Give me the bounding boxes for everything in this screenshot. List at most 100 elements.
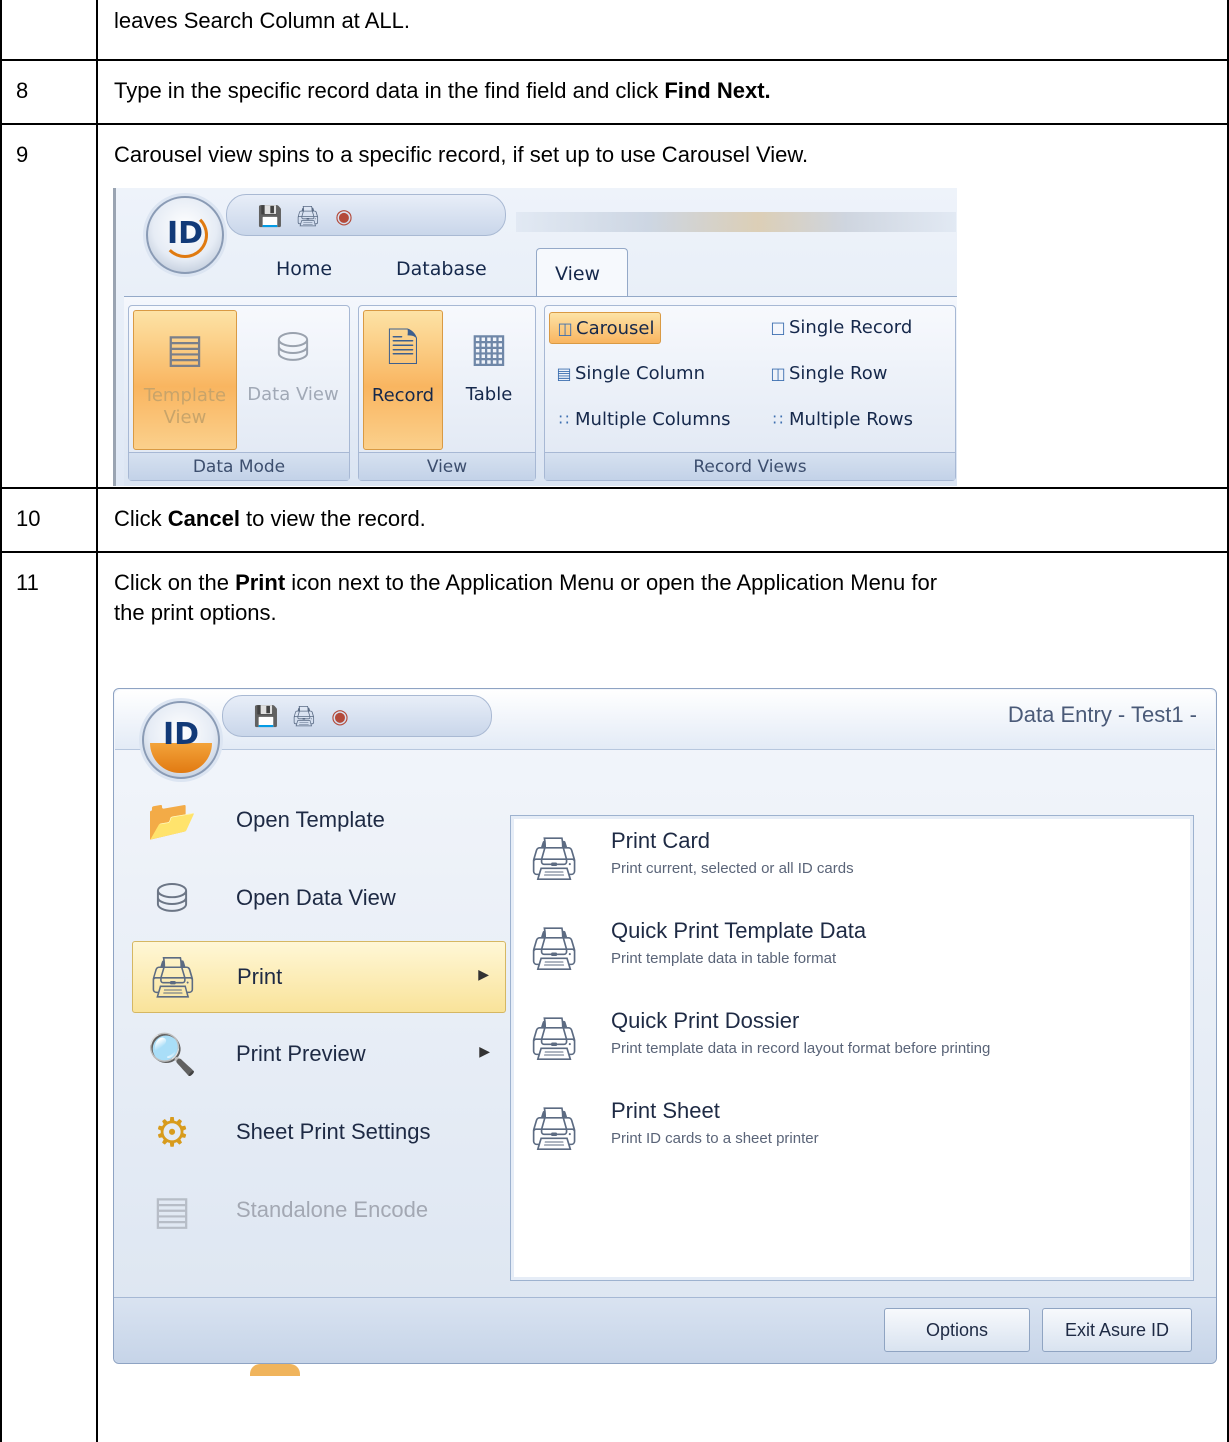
row-divider bbox=[0, 551, 1229, 553]
menu-item-label: Open Data View bbox=[236, 885, 396, 910]
menu-item-print-preview[interactable]: 🔍 Print Preview ▶ bbox=[132, 1019, 506, 1091]
template-view-button[interactable]: ▤ Template View bbox=[133, 310, 237, 450]
template-icon: ▤ bbox=[166, 326, 204, 372]
submenu-item-print-card[interactable]: 🖨 Print Card Print current, selected or … bbox=[525, 826, 1185, 916]
row-divider bbox=[0, 123, 1229, 125]
orb-logo: ID bbox=[162, 717, 200, 752]
save-icon[interactable]: 💾 bbox=[253, 704, 279, 730]
row-text: Carousel view spins to a specific record… bbox=[114, 140, 1214, 170]
record-button[interactable]: 🗎 Record bbox=[363, 310, 443, 450]
submenu-item-quick-print-dossier[interactable]: 🖨 Quick Print Dossier Print template dat… bbox=[525, 1006, 1185, 1096]
table-button[interactable]: ▦ Table bbox=[449, 310, 529, 450]
group-data-mode: ▤ Template View ⛁ Data View Data Mode bbox=[128, 305, 350, 481]
step-number: 8 bbox=[16, 78, 29, 103]
submenu-item-print-sheet[interactable]: 🖨 Print Sheet Print ID cards to a sheet … bbox=[525, 1096, 1185, 1186]
quick-access-toolbar: 💾 🖨 ◉ bbox=[226, 194, 506, 236]
button-label: Table bbox=[465, 384, 513, 405]
table-left-border bbox=[0, 0, 2, 1442]
submenu-item-description: Print template data in record layout for… bbox=[611, 1040, 991, 1057]
group-record-views: ◫ Carousel □ Single Record ▤ Single Column … bbox=[544, 305, 956, 481]
menu-left-panel: 📂 Open Template ⛁ Open Data View 🖨 Print… bbox=[128, 773, 506, 1247]
row-text-line: the print options. bbox=[114, 600, 277, 625]
row-text-bold: Cancel bbox=[167, 506, 240, 531]
submenu-item-title: Print Card bbox=[611, 828, 711, 853]
quick-access-toolbar: 💾 🖨 ◉ bbox=[222, 695, 492, 737]
menu-item-open-template[interactable]: 📂 Open Template bbox=[132, 785, 506, 857]
printer-icon: 🖨 bbox=[147, 956, 199, 1000]
background-app-icon-fragment bbox=[250, 1364, 300, 1376]
row-text-line: Click on the bbox=[114, 570, 236, 595]
menu-item-label: Standalone Encode bbox=[236, 1197, 429, 1222]
step-number: 9 bbox=[16, 142, 29, 167]
tab-home[interactable]: Home bbox=[276, 258, 332, 280]
rv-label: Multiple Rows bbox=[789, 409, 914, 430]
tab-view[interactable]: View bbox=[536, 248, 628, 296]
single-record-icon: □ bbox=[770, 318, 786, 337]
submenu-arrow-icon: ▶ bbox=[479, 1043, 490, 1059]
ribbon-screenshot: 💾 🖨 ◉ ID Home Database View ▤ Template V… bbox=[113, 188, 957, 486]
database-icon[interactable]: ◉ bbox=[331, 203, 357, 229]
menu-item-label: Print Preview bbox=[236, 1041, 366, 1066]
open-data-view-icon: ⛁ bbox=[155, 877, 189, 921]
database-icon[interactable]: ◉ bbox=[327, 704, 353, 730]
menu-item-sheet-print-settings[interactable]: ⚙ Sheet Print Settings bbox=[132, 1097, 506, 1169]
row-text-line: Click bbox=[114, 506, 168, 531]
rv-label: Multiple Columns bbox=[575, 409, 731, 430]
menu-item-open-data-view[interactable]: ⛁ Open Data View bbox=[132, 863, 506, 935]
print-icon[interactable]: 🖨 bbox=[291, 704, 317, 730]
sheet-settings-icon: ⚙ bbox=[154, 1111, 190, 1155]
button-label: Record bbox=[371, 385, 435, 406]
tab-database[interactable]: Database bbox=[396, 258, 487, 280]
row-text-line: leaves Search Column at ALL. bbox=[114, 8, 410, 33]
submenu-item-quick-print-template-data[interactable]: 🖨 Quick Print Template Data Print templa… bbox=[525, 916, 1185, 1006]
menu-item-print[interactable]: 🖨 Print ▶ bbox=[132, 941, 506, 1013]
submenu-item-title: Quick Print Dossier bbox=[611, 1008, 800, 1033]
multiple-rows-button[interactable]: ∷ Multiple Rows bbox=[763, 404, 919, 436]
menu-item-label: Sheet Print Settings bbox=[236, 1119, 431, 1144]
group-label: Record Views bbox=[545, 452, 955, 480]
table-icon: ▦ bbox=[470, 325, 508, 371]
orb-logo: ID bbox=[166, 216, 204, 251]
rv-label: Carousel bbox=[576, 318, 655, 339]
button-label: Template View bbox=[143, 385, 227, 428]
single-row-button[interactable]: ◫ Single Row bbox=[763, 358, 894, 390]
submenu-item-description: Print template data in table format bbox=[611, 950, 837, 967]
application-orb[interactable]: ID bbox=[142, 701, 220, 779]
rv-label: Single Column bbox=[575, 363, 705, 384]
group-label: View bbox=[359, 452, 535, 480]
data-view-button[interactable]: ⛁ Data View bbox=[241, 310, 345, 450]
menu-right-panel: 🖨 Print Card Print current, selected or … bbox=[510, 815, 1194, 1281]
carousel-button[interactable]: ◫ Carousel bbox=[549, 312, 662, 344]
options-button[interactable]: Options bbox=[884, 1308, 1030, 1352]
window-title: Data Entry - Test1 - bbox=[1007, 702, 1197, 727]
row-text-line: icon next to the Application Menu or ope… bbox=[285, 570, 938, 595]
menu-item-standalone-encode[interactable]: ▤ Standalone Encode bbox=[132, 1175, 506, 1247]
single-record-button[interactable]: □ Single Record bbox=[763, 312, 918, 344]
submenu-item-title: Quick Print Template Data bbox=[611, 918, 867, 943]
menu-footer: Options Exit Asure ID bbox=[114, 1297, 1216, 1363]
step-number: 11 bbox=[16, 570, 39, 595]
step-number: 10 bbox=[16, 506, 41, 531]
multiple-columns-icon: ∷ bbox=[558, 410, 570, 429]
multiple-columns-button[interactable]: ∷ Multiple Columns bbox=[549, 404, 737, 436]
submenu-item-title: Print Sheet bbox=[611, 1098, 720, 1123]
row-text-line: Type in the specific record data in the … bbox=[114, 78, 665, 103]
submenu-item-description: Print current, selected or all ID cards bbox=[611, 860, 854, 877]
row-text-bold: Find Next. bbox=[664, 78, 771, 103]
row-text: Click on the Print icon next to the Appl… bbox=[114, 568, 1214, 628]
row-text-line: to view the record. bbox=[239, 506, 426, 531]
rv-label: Single Record bbox=[789, 317, 913, 338]
single-row-icon: ◫ bbox=[770, 364, 786, 383]
application-orb[interactable]: ID bbox=[146, 196, 224, 274]
menu-item-label: Open Template bbox=[236, 807, 385, 832]
menu-item-label: Print bbox=[237, 964, 283, 989]
print-preview-icon: 🔍 bbox=[147, 1033, 197, 1077]
single-column-button[interactable]: ▤ Single Column bbox=[549, 358, 711, 390]
printer-icon: 🖨 bbox=[527, 1015, 581, 1062]
save-icon[interactable]: 💾 bbox=[257, 203, 283, 229]
exit-button[interactable]: Exit Asure ID bbox=[1042, 1308, 1192, 1352]
submenu-item-description: Print ID cards to a sheet printer bbox=[611, 1130, 819, 1147]
print-icon[interactable]: 🖨 bbox=[295, 203, 321, 229]
submenu-arrow-icon: ▶ bbox=[478, 966, 489, 982]
tab-view-label: View bbox=[555, 263, 601, 285]
